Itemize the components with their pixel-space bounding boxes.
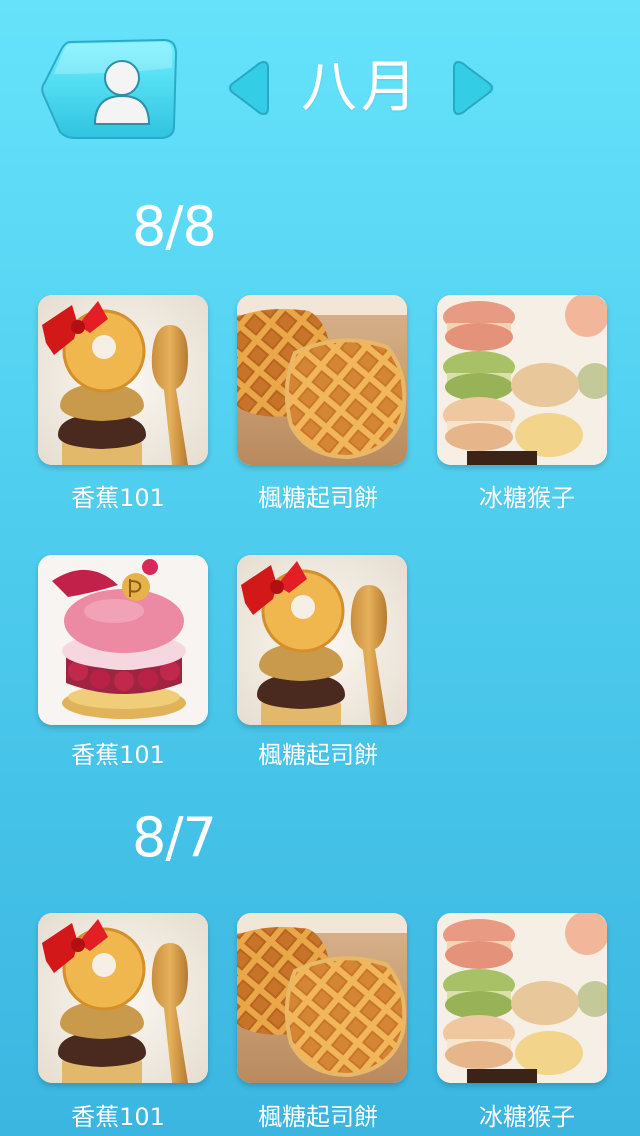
tile-label: 冰糖猴子 (479, 1103, 575, 1131)
month-title: 八月 (301, 55, 421, 120)
donut-tower-image (38, 295, 208, 465)
food-tile[interactable] (38, 295, 208, 465)
tile-label: 香蕉101 (71, 484, 165, 512)
food-tile[interactable] (437, 295, 607, 465)
tile-label: 楓糖起司餅 (258, 741, 378, 769)
waffle-image (237, 295, 407, 465)
date-heading: 8/7 (132, 806, 217, 869)
date-heading: 8/8 (132, 195, 217, 258)
food-tile[interactable] (237, 555, 407, 725)
tile-label: 香蕉101 (71, 741, 165, 769)
user-icon (41, 38, 178, 139)
tile-label: 香蕉101 (71, 1103, 165, 1131)
food-tile[interactable] (237, 913, 407, 1083)
macarons-image (437, 913, 607, 1083)
profile-button[interactable] (40, 38, 178, 142)
donut-tower-image (38, 913, 208, 1083)
next-month-button[interactable] (452, 58, 496, 118)
prev-month-button[interactable] (226, 58, 270, 118)
chevron-left-icon (229, 60, 269, 116)
food-tile[interactable] (38, 913, 208, 1083)
chevron-right-icon (453, 60, 493, 116)
tile-label: 楓糖起司餅 (258, 484, 378, 512)
waffle-image (237, 913, 407, 1083)
donut-tower-image (237, 555, 407, 725)
macarons-image (437, 295, 607, 465)
raspberry-macaron-image (38, 555, 208, 725)
food-tile[interactable] (237, 295, 407, 465)
tile-label: 楓糖起司餅 (258, 1103, 378, 1131)
food-tile[interactable] (437, 913, 607, 1083)
food-tile[interactable] (38, 555, 208, 725)
tile-label: 冰糖猴子 (479, 484, 575, 512)
